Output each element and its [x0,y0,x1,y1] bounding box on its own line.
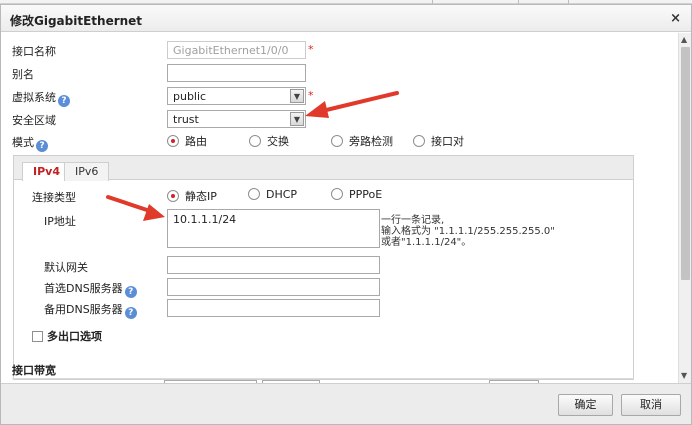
dialog-title: 修改GigabitEthernet [10,14,143,28]
ip-config-panel: IPv4 IPv6 连接类型 静态IP DHCP PPPoE IP地址 10.1… [13,155,634,380]
radio-label: DHCP [266,188,298,201]
ip-address-label: IP地址 [44,215,76,228]
interface-name-field: GigabitEthernet1/0/0 [167,41,306,59]
virtual-system-select[interactable]: public ▼ [167,87,306,105]
edit-interface-dialog: 修改GigabitEthernet × 接口名称 GigabitEthernet… [0,4,692,425]
primary-dns-label-text: 首选DNS服务器 [44,282,123,295]
mode-label: 模式? [12,134,48,152]
conn-radio-dhcp[interactable]: DHCP [248,188,297,201]
radio-label: 接口对 [431,135,464,148]
checkbox-icon [32,331,43,342]
ip-address-textarea[interactable]: 10.1.1.1/24 [167,209,380,248]
conn-radio-pppoe[interactable]: PPPoE [331,188,382,201]
scroll-up-icon[interactable]: ▲ [681,35,687,44]
dialog-footer: 确定 取消 [1,383,691,424]
radio-icon [167,135,179,147]
radio-icon [413,135,425,147]
secondary-dns-input[interactable] [167,299,380,317]
required-mark: * [308,43,314,56]
close-icon[interactable]: × [670,11,681,26]
ip-hint-line1: 一行一条记录, [381,215,445,226]
radio-icon [331,188,343,200]
vertical-scrollbar[interactable]: ▲ ▼ [678,33,691,383]
section-divider [12,378,634,379]
radio-label: PPPoE [349,188,383,201]
bandwidth-section-title: 接口带宽 [12,364,56,377]
virtual-system-label: 虚拟系统? [12,89,70,107]
radio-icon [167,190,179,202]
tab-ipv6[interactable]: IPv6 [64,162,110,181]
ip-hint-line2: 输入格式为 "1.1.1.1/255.255.255.0" [381,226,555,237]
conn-radio-static-ip[interactable]: 静态IP [167,188,217,204]
alias-label: 别名 [12,68,34,81]
radio-label: 静态IP [185,190,217,203]
default-gateway-input[interactable] [167,256,380,274]
multi-exit-checkbox[interactable]: 多出口选项 [32,328,102,344]
radio-icon [331,135,343,147]
default-gateway-label: 默认网关 [44,261,88,274]
alias-input[interactable] [167,64,306,82]
ip-hint-line3: 或者"1.1.1.1/24"。 [381,237,472,248]
help-icon[interactable]: ? [58,95,70,107]
security-zone-select[interactable]: trust ▼ [167,110,306,128]
dialog-content: 接口名称 GigabitEthernet1/0/0 * 别名 虚拟系统? pub… [1,33,678,383]
primary-dns-input[interactable] [167,278,380,296]
mode-radio-switch[interactable]: 交换 [249,133,289,149]
ip-tabstrip: IPv4 IPv6 [14,156,633,181]
radio-icon [249,135,261,147]
cancel-button[interactable]: 取消 [621,394,681,416]
radio-label: 交换 [267,135,289,148]
virtual-system-value: public [173,90,207,103]
radio-label: 路由 [185,135,207,148]
interface-name-label: 接口名称 [12,45,56,58]
radio-icon [248,188,260,200]
security-zone-value: trust [173,113,199,126]
mode-radio-interface-pair[interactable]: 接口对 [413,133,464,149]
mode-radio-route[interactable]: 路由 [167,133,207,149]
help-icon[interactable]: ? [124,307,137,319]
mode-radio-bypass[interactable]: 旁路检测 [331,133,393,149]
virtual-system-label-text: 虚拟系统 [12,91,56,104]
multi-exit-label: 多出口选项 [47,330,102,343]
scroll-thumb[interactable] [681,47,690,280]
mode-label-text: 模式 [12,136,34,149]
security-zone-label: 安全区域 [12,114,56,127]
help-icon[interactable]: ? [124,286,137,298]
primary-dns-label: 首选DNS服务器? [44,280,137,298]
dialog-titlebar: 修改GigabitEthernet × [1,5,691,32]
radio-label: 旁路检测 [349,135,393,148]
chevron-down-icon[interactable]: ▼ [290,89,304,103]
ok-button[interactable]: 确定 [558,394,613,416]
chevron-down-icon[interactable]: ▼ [290,112,304,126]
secondary-dns-label-text: 备用DNS服务器 [44,303,123,316]
scroll-down-icon[interactable]: ▼ [681,371,687,380]
required-mark: * [308,89,314,102]
help-icon[interactable]: ? [36,140,48,152]
secondary-dns-label: 备用DNS服务器? [44,301,137,319]
connection-type-label: 连接类型 [32,191,76,204]
